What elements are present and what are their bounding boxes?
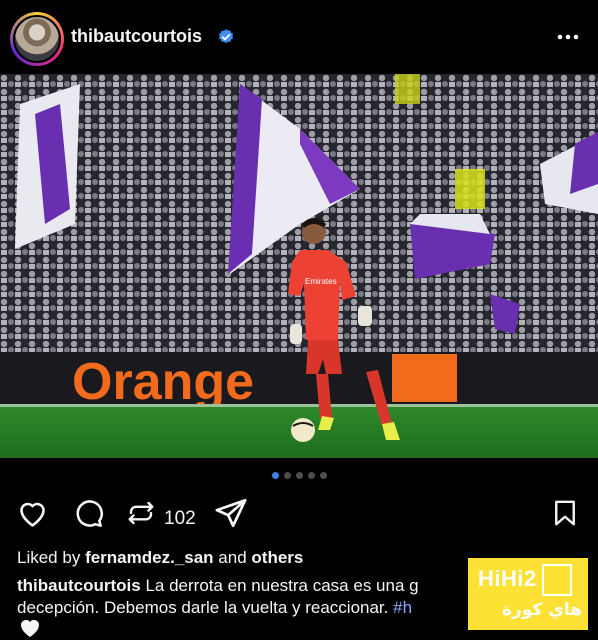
comment-icon[interactable] bbox=[72, 496, 104, 530]
heart-icon[interactable] bbox=[16, 496, 49, 530]
post-caption: thibautcourtois La derrota en nuestra ca… bbox=[17, 575, 487, 619]
carousel-dot bbox=[319, 472, 327, 479]
carousel-dot-active bbox=[271, 472, 279, 479]
avatar-image bbox=[13, 15, 61, 63]
avatar[interactable] bbox=[10, 12, 64, 66]
ad-board-text: Orange bbox=[72, 353, 254, 411]
verified-badge-icon bbox=[218, 29, 234, 44]
caption-username[interactable]: thibautcourtois bbox=[17, 576, 141, 595]
watermark-box bbox=[542, 564, 572, 596]
carousel-dot bbox=[295, 472, 303, 479]
watermark-logo: HiHi2 هاي كورة bbox=[468, 558, 588, 630]
liked-by-and: and bbox=[218, 548, 247, 567]
post-actions bbox=[0, 496, 598, 536]
stadium-scene: Orange Emirates bbox=[0, 74, 598, 458]
post-photo[interactable]: Orange Emirates bbox=[0, 74, 598, 458]
repost-icon[interactable] bbox=[126, 496, 156, 530]
post-header: thibautcourtois bbox=[0, 0, 598, 74]
carousel-dot bbox=[307, 472, 315, 479]
more-options-icon[interactable] bbox=[556, 28, 580, 46]
repost-count[interactable]: 102 bbox=[164, 508, 196, 530]
watermark-brand: HiHi2 bbox=[478, 566, 537, 591]
carousel-dot bbox=[283, 472, 291, 479]
heart-filled-icon[interactable] bbox=[17, 616, 43, 638]
bookmark-icon[interactable] bbox=[550, 496, 580, 530]
liked-by-user[interactable]: fernamdez._san bbox=[85, 548, 214, 567]
liked-by-line: Liked by fernamdez._san and others bbox=[17, 548, 303, 568]
liked-by-prefix: Liked by bbox=[17, 548, 81, 567]
caption-hashtag[interactable]: #h bbox=[393, 598, 412, 617]
carousel-indicator bbox=[0, 472, 598, 484]
caption-text-line-1: La derrota en nuestra casa es una g bbox=[145, 576, 419, 595]
username[interactable]: thibautcourtois bbox=[71, 26, 202, 47]
share-icon[interactable] bbox=[214, 496, 248, 530]
caption-text-line-2: decepción. Debemos darle la vuelta y rea… bbox=[17, 598, 389, 617]
liked-by-others[interactable]: others bbox=[251, 548, 303, 567]
shirt-text: Emirates bbox=[305, 277, 337, 286]
watermark-arabic: هاي كورة bbox=[502, 600, 583, 620]
